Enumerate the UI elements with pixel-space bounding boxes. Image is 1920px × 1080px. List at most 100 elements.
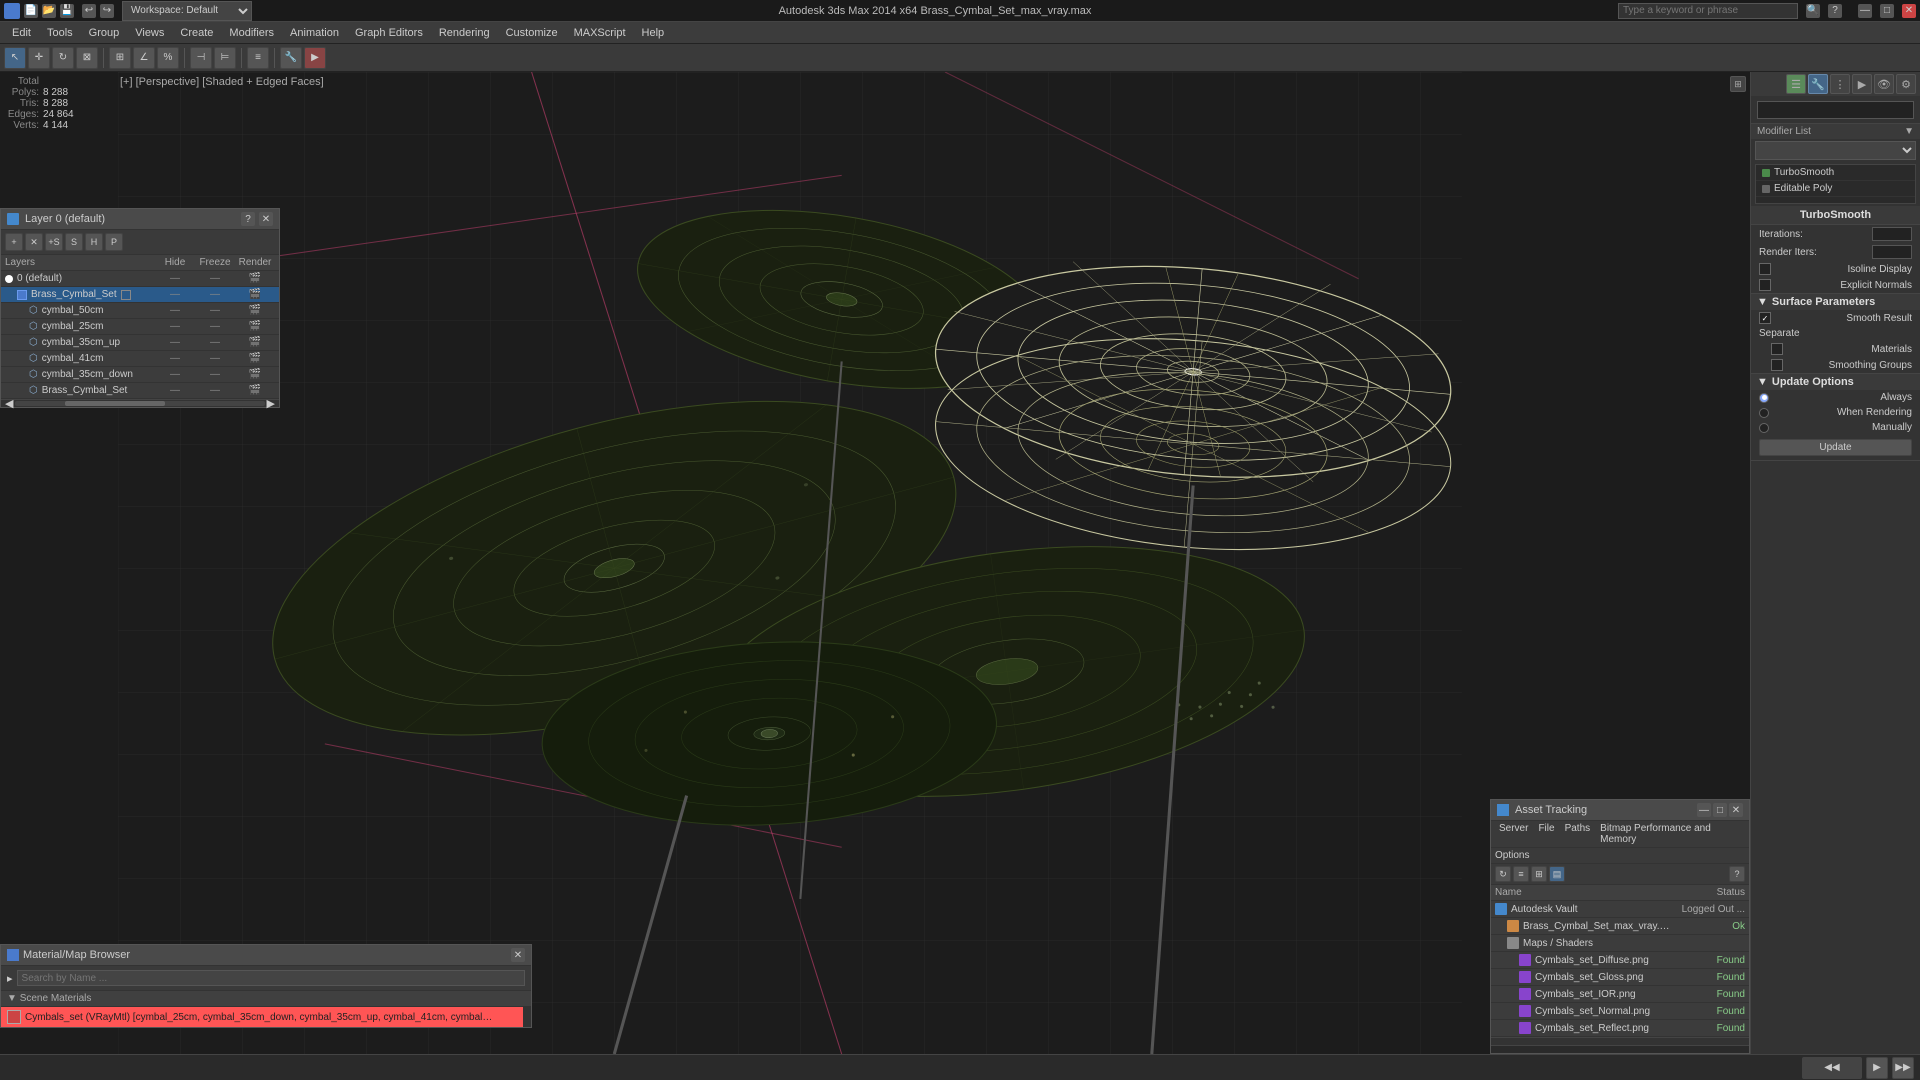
asset-scrollbars[interactable] — [1491, 1037, 1749, 1045]
motion-icon[interactable]: ▶ — [1852, 74, 1872, 94]
material-item-cymbals[interactable]: Cymbals_set (VRayMtl) [cymbal_25cm, cymb… — [1, 1007, 531, 1027]
layer-row-brass-set[interactable]: Brass_Cymbal_Set — — 🎬 — [1, 287, 279, 303]
asset-row-normal[interactable]: Cymbals_set_Normal.png Found — [1491, 1003, 1749, 1020]
menu-views[interactable]: Views — [127, 22, 172, 44]
viewport-controls[interactable]: ⊞ — [1730, 76, 1746, 92]
layer-highlight-btn[interactable]: H — [85, 233, 103, 251]
search-input[interactable] — [1618, 3, 1798, 19]
asset-close-btn[interactable]: ✕ — [1729, 803, 1743, 817]
create-icon[interactable]: ☰ — [1786, 74, 1806, 94]
toolbar-btn-new[interactable]: 📄 — [24, 4, 38, 18]
render-iters-input[interactable]: 2 — [1872, 245, 1912, 259]
layer-row-cymbal41[interactable]: ⬡ cymbal_41cm — — 🎬 — [1, 351, 279, 367]
menu-maxscript[interactable]: MAXScript — [566, 22, 634, 44]
material-search-input[interactable] — [17, 970, 525, 986]
scale-btn[interactable]: ⊠ — [76, 47, 98, 69]
menu-modifiers[interactable]: Modifiers — [221, 22, 282, 44]
layer-row-cymbal25[interactable]: ⬡ cymbal_25cm — — 🎬 — [1, 319, 279, 335]
materials-checkbox[interactable] — [1771, 343, 1783, 355]
asset-menu-file[interactable]: File — [1534, 823, 1558, 845]
layer-help-btn[interactable]: ? — [241, 212, 255, 226]
explicit-normals-checkbox[interactable] — [1759, 279, 1771, 291]
update-button[interactable]: Update — [1759, 439, 1912, 456]
asset-help-btn[interactable]: ? — [1729, 866, 1745, 882]
asset-row-gloss[interactable]: Cymbals_set_Gloss.png Found — [1491, 969, 1749, 986]
layer-scroll-thumb[interactable] — [65, 401, 165, 406]
asset-detail-btn[interactable]: ▤ — [1549, 866, 1565, 882]
redo-btn[interactable]: ↪ — [100, 4, 114, 18]
undo-btn[interactable]: ↩ — [82, 4, 96, 18]
iterations-input[interactable]: 0 — [1872, 227, 1912, 241]
always-radio[interactable] — [1759, 393, 1769, 403]
scroll-left-btn[interactable]: ◀ — [3, 397, 15, 410]
menu-customize[interactable]: Customize — [498, 22, 566, 44]
snap-btn[interactable]: ⊞ — [109, 47, 131, 69]
material-scrollbar[interactable] — [523, 1007, 531, 1027]
layer-delete-btn[interactable]: ✕ — [25, 233, 43, 251]
select-btn[interactable]: ↖ — [4, 47, 26, 69]
viewport-maximize-btn[interactable]: ⊞ — [1730, 76, 1746, 92]
percent-snap-btn[interactable]: % — [157, 47, 179, 69]
modify-icon[interactable]: 🔧 — [1808, 74, 1828, 94]
asset-grid-btn[interactable]: ⊞ — [1531, 866, 1547, 882]
scroll-right-btn[interactable]: ▶ — [265, 397, 277, 410]
layer-row-cymbal35up[interactable]: ⬡ cymbal_35cm_up — — 🎬 — [1, 335, 279, 351]
asset-list-btn[interactable]: ≡ — [1513, 866, 1529, 882]
layer-row-default[interactable]: 0 (default) — — 🎬 — [1, 271, 279, 287]
layer-row-cymbal50[interactable]: ⬡ cymbal_50cm — — 🎬 — [1, 303, 279, 319]
layer-select-btn[interactable]: S — [65, 233, 83, 251]
play-btn[interactable]: ▶ — [1866, 1057, 1888, 1079]
layer-properties-btn[interactable]: P — [105, 233, 123, 251]
help-btn[interactable]: ? — [1828, 4, 1842, 18]
asset-menu-bitmap[interactable]: Bitmap Performance and Memory — [1596, 823, 1745, 845]
hierarchy-icon[interactable]: ⋮ — [1830, 74, 1850, 94]
workspace-selector[interactable]: Workspace: Default — [122, 1, 252, 21]
modifier-dropdown[interactable] — [1755, 141, 1916, 160]
asset-row-ior[interactable]: Cymbals_set_IOR.png Found — [1491, 986, 1749, 1003]
time-slider-btn[interactable]: ◀◀ — [1802, 1057, 1862, 1079]
layer-checkbox[interactable] — [121, 290, 131, 300]
layer-add-selection-btn[interactable]: +S — [45, 233, 63, 251]
smooth-result-checkbox[interactable] — [1759, 312, 1771, 324]
move-btn[interactable]: ✛ — [28, 47, 50, 69]
menu-edit[interactable]: Edit — [4, 22, 39, 44]
angle-snap-btn[interactable]: ∠ — [133, 47, 155, 69]
search-btn[interactable]: 🔍 — [1806, 4, 1820, 18]
rotate-btn[interactable]: ↻ — [52, 47, 74, 69]
menu-rendering[interactable]: Rendering — [431, 22, 498, 44]
asset-row-vault[interactable]: Autodesk Vault Logged Out ... — [1491, 901, 1749, 918]
layer-new-btn[interactable]: + — [5, 233, 23, 251]
surface-params-title[interactable]: ▼ Surface Parameters — [1751, 294, 1920, 310]
toolbar-btn-save[interactable]: 💾 — [60, 4, 74, 18]
display-icon[interactable]: 👁 — [1874, 74, 1894, 94]
render-setup-btn[interactable]: 🔧 — [280, 47, 302, 69]
render-btn[interactable]: ▶ — [304, 47, 326, 69]
asset-min-btn[interactable]: — — [1697, 803, 1711, 817]
close-btn[interactable]: ✕ — [1902, 4, 1916, 18]
maximize-btn[interactable]: □ — [1880, 4, 1894, 18]
asset-row-diffuse[interactable]: Cymbals_set_Diffuse.png Found — [1491, 952, 1749, 969]
layer-row-cymbal35down[interactable]: ⬡ cymbal_35cm_down — — 🎬 — [1, 367, 279, 383]
isoline-checkbox[interactable] — [1759, 263, 1771, 275]
forward-btn[interactable]: ▶▶ — [1892, 1057, 1914, 1079]
turbosmooth-stack-item[interactable]: TurboSmooth — [1756, 165, 1915, 181]
align-btn[interactable]: ⊨ — [214, 47, 236, 69]
menu-group[interactable]: Group — [81, 22, 128, 44]
scene-materials-header[interactable]: ▼ Scene Materials — [1, 991, 531, 1007]
asset-hscrollbar[interactable] — [1491, 1045, 1749, 1053]
asset-options-row[interactable]: Options — [1491, 848, 1749, 864]
asset-max-btn[interactable]: □ — [1713, 803, 1727, 817]
asset-row-reflect[interactable]: Cymbals_set_Reflect.png Found — [1491, 1020, 1749, 1037]
asset-menu-paths[interactable]: Paths — [1561, 823, 1595, 845]
menu-create[interactable]: Create — [172, 22, 221, 44]
when-rendering-radio[interactable] — [1759, 408, 1769, 418]
editable-poly-stack-item[interactable]: Editable Poly — [1756, 181, 1915, 197]
smoothing-groups-checkbox[interactable] — [1771, 359, 1783, 371]
manually-radio[interactable] — [1759, 423, 1769, 433]
layer-scrollbar[interactable]: ◀ ▶ — [1, 399, 279, 407]
menu-animation[interactable]: Animation — [282, 22, 347, 44]
asset-menu-server[interactable]: Server — [1495, 823, 1532, 845]
layer-close-btn[interactable]: ✕ — [259, 212, 273, 226]
layer-btn[interactable]: ≡ — [247, 47, 269, 69]
asset-row-max-file[interactable]: Brass_Cymbal_Set_max_vray.max Ok — [1491, 918, 1749, 935]
